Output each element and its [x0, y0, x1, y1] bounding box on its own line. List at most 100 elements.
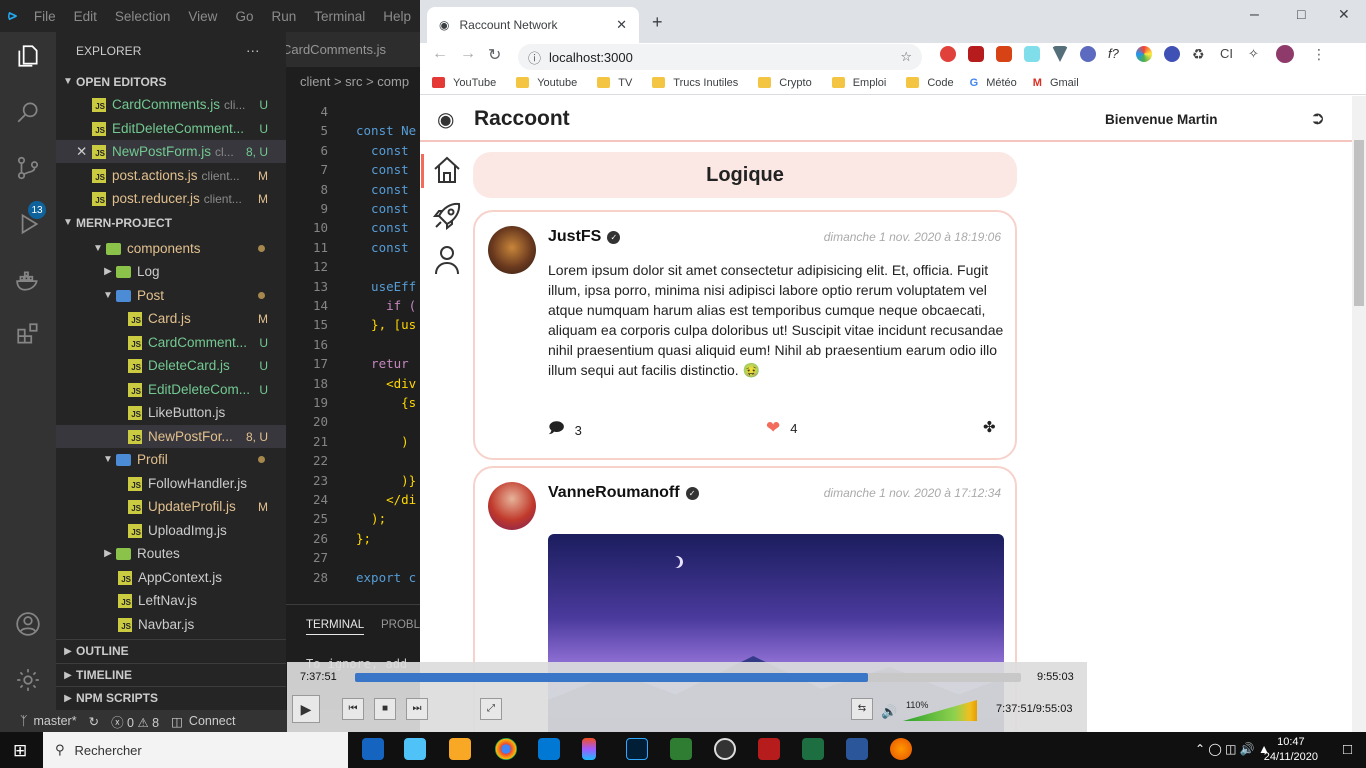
- editor-tab[interactable]: CardComments.js: [286, 42, 386, 57]
- profile-avatar[interactable]: [1276, 45, 1294, 63]
- forward-icon[interactable]: →: [460, 45, 476, 63]
- npm-scripts-header[interactable]: ▶ NPM SCRIPTS: [56, 686, 286, 709]
- tree-folder[interactable]: ▶ Routes: [56, 542, 286, 565]
- brand-name[interactable]: Raccoont: [474, 107, 570, 131]
- excel-icon[interactable]: [802, 738, 824, 760]
- browser-tab[interactable]: ◉ Raccount Network ✕: [427, 7, 639, 43]
- windows-start-icon[interactable]: ⊞: [13, 741, 27, 761]
- like-button[interactable]: ❤ 4: [766, 418, 797, 438]
- tree-file[interactable]: JS LeftNav.js: [56, 589, 286, 612]
- reload-icon[interactable]: ↻: [488, 45, 501, 65]
- tree-file[interactable]: JS FollowHandler.js: [56, 472, 286, 495]
- account-icon[interactable]: [14, 610, 42, 638]
- tree-folder[interactable]: ▼ Profil: [56, 448, 286, 471]
- run-debug-icon[interactable]: [14, 210, 42, 238]
- tree-file[interactable]: JS Navbar.js: [56, 613, 286, 636]
- logout-icon[interactable]: ➲: [1310, 108, 1325, 129]
- info-icon[interactable]: ⓘ: [528, 48, 541, 67]
- open-editor-item-active[interactable]: ✕ JS NewPostForm.js cl... 8, U: [56, 140, 286, 163]
- tree-folder[interactable]: ▼ components: [56, 237, 286, 260]
- figma-icon[interactable]: [582, 738, 596, 760]
- open-editor-item[interactable]: JS post.reducer.js client... M: [56, 187, 286, 210]
- close-tab-icon[interactable]: ✕: [616, 17, 627, 33]
- outline-header[interactable]: ▶ OUTLINE: [56, 639, 286, 662]
- taskbar-search[interactable]: ⚲ Rechercher: [43, 732, 348, 768]
- vscode-icon[interactable]: [538, 738, 560, 760]
- project-header[interactable]: ▼ MERN-PROJECT: [56, 211, 286, 234]
- settings-gear-icon[interactable]: [14, 666, 42, 694]
- home-icon[interactable]: [431, 154, 463, 186]
- extension-formula-icon[interactable]: f?: [1108, 46, 1124, 62]
- stop-button[interactable]: ■: [374, 698, 396, 720]
- open-editor-item[interactable]: JS EditDeleteComment... U: [56, 117, 286, 140]
- sync-icon[interactable]: ↻: [89, 714, 99, 729]
- extension-color-icon[interactable]: [1136, 46, 1152, 62]
- tree-folder[interactable]: ▼ Post: [56, 284, 286, 307]
- menu-edit[interactable]: Edit: [65, 9, 106, 24]
- connect-button[interactable]: Connect: [189, 714, 236, 728]
- extension-icon[interactable]: [1024, 46, 1040, 62]
- menu-go[interactable]: Go: [226, 9, 262, 24]
- play-button[interactable]: ▶: [292, 695, 320, 723]
- bookmark-code[interactable]: Code: [906, 77, 954, 89]
- tree-file[interactable]: JS CardComment... U: [56, 331, 286, 354]
- tree-file[interactable]: JS DeleteCard.js U: [56, 354, 286, 377]
- minimize-icon[interactable]: –: [1250, 6, 1259, 24]
- photoshop-icon[interactable]: [626, 738, 648, 760]
- timeline-header[interactable]: ▶ TIMELINE: [56, 663, 286, 686]
- more-actions-icon[interactable]: ···: [246, 39, 276, 62]
- tree-file-active[interactable]: JS NewPostFor... 8, U: [56, 425, 286, 448]
- taskbar-clock[interactable]: 10:47 24/11/2020: [1264, 735, 1318, 765]
- avatar[interactable]: [488, 482, 536, 530]
- volume-icon[interactable]: 🔊: [881, 704, 897, 720]
- previous-button[interactable]: ⏮: [342, 698, 364, 720]
- tree-folder[interactable]: ▶ Log: [56, 260, 286, 283]
- maximize-icon[interactable]: □: [1297, 6, 1305, 22]
- menu-file[interactable]: File: [25, 9, 65, 24]
- extension-recycle-icon[interactable]: ♻: [1192, 46, 1208, 62]
- bookmark-youtube[interactable]: YouTube: [432, 77, 496, 89]
- menu-help[interactable]: Help: [374, 9, 420, 24]
- filezilla-icon[interactable]: [758, 738, 780, 760]
- extension-icon[interactable]: [996, 46, 1012, 62]
- scrollbar-thumb[interactable]: [1354, 140, 1364, 306]
- taskbar-app-icon[interactable]: [362, 738, 384, 760]
- extension-abp-icon[interactable]: [940, 46, 956, 62]
- open-editors-header[interactable]: ▼ OPEN EDITORS: [56, 70, 286, 93]
- firefox-icon[interactable]: [890, 738, 912, 760]
- taskbar-app-icon[interactable]: [404, 738, 426, 760]
- code-editor[interactable]: CardComments.js client > src > comp 4 5 co…: [286, 32, 420, 604]
- notifications-icon[interactable]: □: [1343, 741, 1352, 758]
- loop-icon[interactable]: ⇆: [851, 698, 873, 720]
- bookmark-tv[interactable]: TV: [597, 77, 632, 89]
- tree-file[interactable]: JS UploadImg.js: [56, 519, 286, 542]
- back-icon[interactable]: ←: [432, 45, 448, 63]
- raccoon-logo-icon[interactable]: ◉: [437, 107, 454, 132]
- post-author[interactable]: VanneRoumanoff ✓: [548, 484, 699, 502]
- explorer-icon[interactable]: [14, 42, 42, 70]
- extension-hex-icon[interactable]: [1164, 46, 1180, 62]
- extensions-puzzle-icon[interactable]: ✧: [1248, 46, 1264, 62]
- open-editor-item[interactable]: JS post.actions.js client... M: [56, 164, 286, 187]
- tree-file[interactable]: JS AppContext.js: [56, 566, 286, 589]
- extensions-icon[interactable]: [14, 320, 42, 348]
- tab-terminal[interactable]: TERMINAL: [306, 619, 365, 635]
- comments-button[interactable]: 🗩 3: [548, 418, 582, 443]
- search-icon[interactable]: [14, 98, 42, 126]
- share-icon[interactable]: ✤: [983, 418, 996, 436]
- bookmark-emploi[interactable]: Emploi: [831, 77, 886, 89]
- new-tab-icon[interactable]: +: [652, 12, 663, 33]
- menu-view[interactable]: View: [179, 9, 226, 24]
- word-icon[interactable]: [846, 738, 868, 760]
- chrome-menu-icon[interactable]: ⋮: [1312, 46, 1326, 63]
- seek-bar[interactable]: [355, 673, 1021, 682]
- file-explorer-icon[interactable]: [449, 738, 471, 760]
- bookmark-youtube-folder[interactable]: Youtube: [516, 77, 577, 89]
- bookmark-gmail[interactable]: M Gmail: [1033, 77, 1079, 89]
- page-scrollbar[interactable]: [1352, 96, 1366, 732]
- tab-problems[interactable]: PROBL: [381, 619, 420, 631]
- problems-count[interactable]: ⓧ 0 ⚠ 8: [111, 712, 159, 731]
- profile-icon[interactable]: [431, 244, 463, 276]
- rocket-icon[interactable]: [431, 200, 463, 232]
- bookmark-meteo[interactable]: G Météo: [970, 77, 1017, 89]
